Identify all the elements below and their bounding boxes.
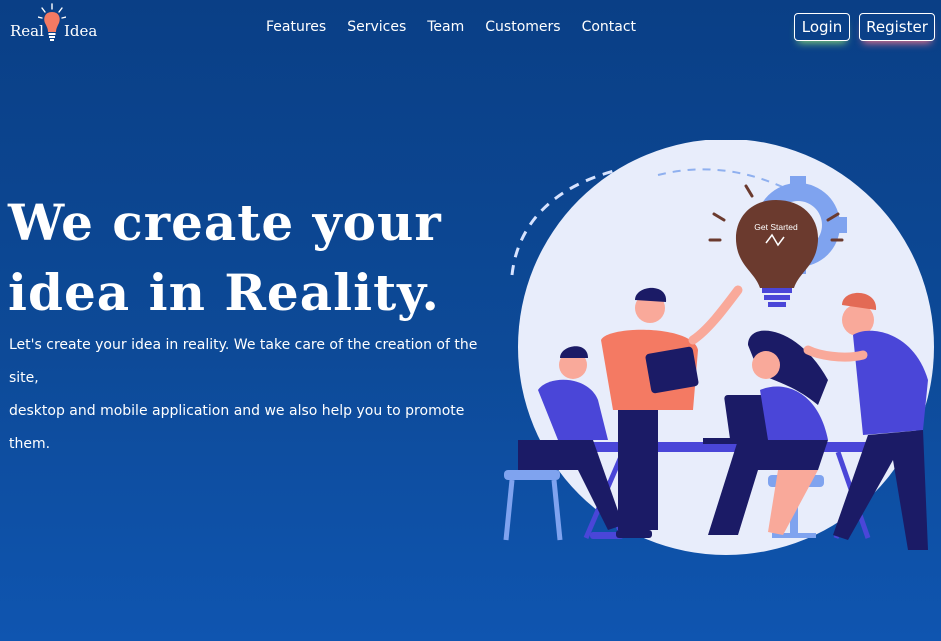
- login-button[interactable]: Login: [794, 13, 850, 41]
- hero-subtitle-line2: desktop and mobile application and we al…: [9, 403, 465, 452]
- nav-link-features[interactable]: Features: [266, 19, 326, 35]
- team-illustration: Get Started: [503, 140, 934, 555]
- register-button[interactable]: Register: [859, 13, 935, 41]
- bulb-label: Get Started: [754, 222, 798, 232]
- hero-title: We create your idea in Reality.: [8, 188, 488, 328]
- hero-subtitle: Let's create your idea in reality. We ta…: [9, 329, 509, 461]
- hero-title-line1: We create your: [8, 193, 442, 252]
- nav-link-contact[interactable]: Contact: [582, 19, 636, 35]
- logo-word-real: Real: [10, 22, 44, 40]
- hero-title-line2: idea in Reality.: [8, 263, 440, 322]
- stool-left: [503, 470, 563, 541]
- brand-logo[interactable]: Real Idea: [8, 2, 98, 44]
- logo-word-idea: Idea: [64, 22, 98, 40]
- nav-link-services[interactable]: Services: [347, 19, 406, 35]
- nav-link-team[interactable]: Team: [427, 19, 464, 35]
- main-nav: Features Services Team Customers Contact: [266, 19, 657, 35]
- hero-subtitle-line1: Let's create your idea in reality. We ta…: [9, 337, 478, 386]
- nav-link-customers[interactable]: Customers: [485, 19, 560, 35]
